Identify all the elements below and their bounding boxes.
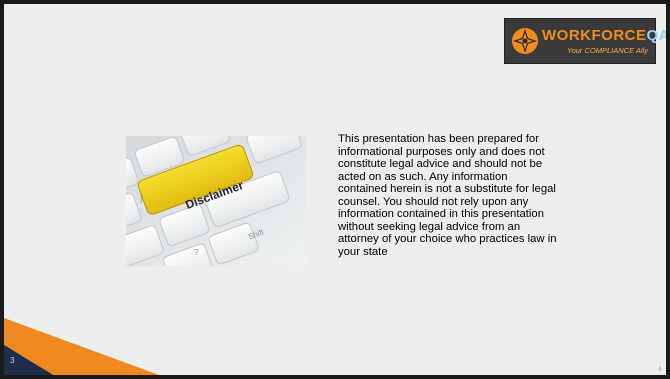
bracket-key-label: ] — [140, 194, 143, 203]
corner-mark: 4 — [658, 367, 662, 373]
logo-tagline: Your COMPLIANCE Ally — [567, 46, 648, 55]
slide: WORKFORCEQA Your COMPLIANCE Ally Disclai… — [4, 4, 666, 375]
compass-star-icon — [512, 28, 538, 54]
logo-brand-main: WORKFORCE — [542, 27, 647, 44]
disclaimer-body-text: This presentation has been prepared for … — [338, 133, 557, 258]
logo-brand: WORKFORCEQA — [542, 27, 666, 44]
workforceqa-logo: WORKFORCEQA Your COMPLIANCE Ally — [504, 18, 666, 64]
question-key-label: ? — [194, 248, 199, 257]
slide-number: 3 — [10, 356, 15, 365]
disclaimer-keyboard-image: Disclaimer Shift ? ] — [126, 136, 306, 266]
logo-brand-accent: QA — [646, 27, 667, 44]
